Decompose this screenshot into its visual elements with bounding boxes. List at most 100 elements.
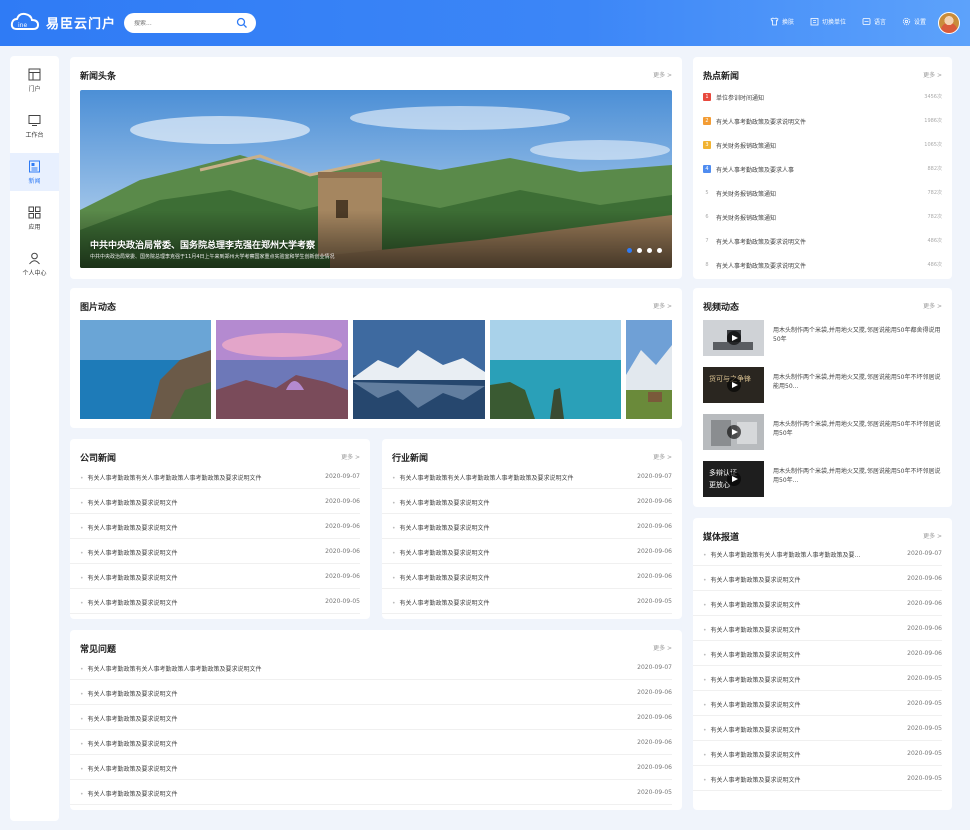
hot-news-item[interactable]: 1 单位参训时间通知 3456次 <box>703 86 942 110</box>
hot-news-item[interactable]: 7 有关人事考勤政策及要求说明文件 486次 <box>703 230 942 254</box>
sidebar-item-label: 个人中心 <box>22 269 47 277</box>
hot-news-item[interactable]: 4 有关人事考勤政策及要求人事 882次 <box>703 158 942 182</box>
list-item[interactable]: 有关人事考勤政策及要求说明文件 2020-09-06 <box>70 564 360 589</box>
hot-news-item[interactable]: 2 有关人事考勤政策及要求说明文件 1986次 <box>703 110 942 134</box>
video-item[interactable]: 多辩认证 更放心 用木头制作两个米袋,并用地火又搅,邻居说能用50年不坏邻居说用5… <box>703 461 942 503</box>
play-icon[interactable] <box>727 331 741 345</box>
list-item[interactable]: 有关人事考勤政策及要求说明文件 2020-09-06 <box>70 755 672 780</box>
list-item[interactable]: 有关人事考勤政策及要求说明文件 2020-09-05 <box>693 716 942 741</box>
item-title: 有关人事考勤政策及要求说明文件 <box>80 714 580 723</box>
user-avatar[interactable] <box>938 12 960 34</box>
search-input[interactable] <box>134 19 242 27</box>
settings-button[interactable]: 设置 <box>902 17 926 26</box>
more-link[interactable]: 更多 > <box>653 452 672 461</box>
skin-button[interactable]: 换肤 <box>770 17 794 26</box>
monitor-icon <box>28 114 41 126</box>
more-link[interactable]: 更多 > <box>923 301 942 310</box>
logo[interactable]: ine 易臣云门户 <box>10 11 116 33</box>
play-icon[interactable] <box>727 378 741 392</box>
list-item[interactable]: 有关人事考勤政策及要求说明文件 2020-09-05 <box>693 766 942 791</box>
list-item[interactable]: 有关人事考勤政策及要求说明文件 2020-09-05 <box>382 589 672 614</box>
more-link[interactable]: 更多 > <box>653 643 672 652</box>
list-item[interactable]: 有关人事考勤政策及要求说明文件 2020-09-05 <box>693 691 942 716</box>
language-icon <box>862 18 871 25</box>
more-link[interactable]: 更多 > <box>923 70 942 79</box>
video-item[interactable]: 用木头制作两个米袋,并用地火又搅,邻居说能用50年都舍得说用50年 <box>703 320 942 362</box>
rank-badge: 1 <box>703 93 711 101</box>
sea-rocks-photo[interactable] <box>490 320 621 419</box>
video-title: 用木头制作两个米袋,并用地火又搅,邻居说能用50年不坏邻居说能用50... <box>773 374 941 390</box>
settings-label: 设置 <box>913 19 926 26</box>
search-icon[interactable] <box>236 17 248 29</box>
video-item[interactable]: 用木头制作两个米袋,并用地火又搅,邻居说能用50年不坏邻居说用50年 <box>703 414 942 456</box>
carousel-dot[interactable] <box>647 248 652 253</box>
rank-badge: 3 <box>703 141 711 149</box>
sidebar-item-workbench[interactable]: 工作台 <box>10 107 59 145</box>
item-title: 有关人事考勤政策及要求说明文件 <box>80 764 580 773</box>
rank-badge: 8 <box>705 262 709 268</box>
media-card: 媒体报道 更多 > 有关人事考勤政策有关人事考勤政策人事考勤政策及要...202… <box>693 518 952 810</box>
more-link[interactable]: 更多 > <box>923 531 942 540</box>
list-item[interactable]: 有关人事考勤政策及要求说明文件 2020-09-06 <box>693 591 942 616</box>
item-title: 有关人事考勤政策及要求说明文件 <box>80 498 300 507</box>
list-item[interactable]: 有关人事考勤政策及要求说明文件 2020-09-06 <box>693 566 942 591</box>
list-item[interactable]: 有关人事考勤政策及要求说明文件 2020-09-06 <box>70 489 360 514</box>
hot-news-title: 有关人事考勤政策及要求人事 <box>716 167 795 174</box>
carousel-dot[interactable] <box>627 248 632 253</box>
list-item[interactable]: 有关人事考勤政策及要求说明文件 2020-09-05 <box>693 666 942 691</box>
item-title: 有关人事考勤政策有关人事考勤政策人事考勤政策及要求说明文件 <box>392 473 612 482</box>
list-item[interactable]: 有关人事考勤政策及要求说明文件 2020-09-06 <box>382 539 672 564</box>
section-title: 图片动态 <box>80 303 117 313</box>
hot-news-item[interactable]: 8 有关人事考勤政策及要求说明文件 486次 <box>703 254 942 278</box>
list-item[interactable]: 有关人事考勤政策及要求说明文件 2020-09-06 <box>693 616 942 641</box>
list-item[interactable]: 有关人事考勤政策有关人事考勤政策人事考勤政策及要求说明文件 2020-09-07 <box>382 464 672 489</box>
sidebar-item-news[interactable]: 新闻 <box>10 153 59 191</box>
sidebar-item-profile[interactable]: 个人中心 <box>10 245 59 283</box>
switch-unit-button[interactable]: 切换单位 <box>810 17 846 26</box>
rank-badge: 2 <box>703 117 711 125</box>
skin-label: 换肤 <box>781 19 794 26</box>
list-item[interactable]: 有关人事考勤政策及要求说明文件 2020-09-06 <box>70 705 672 730</box>
list-item[interactable]: 有关人事考勤政策及要求说明文件 2020-09-06 <box>693 641 942 666</box>
list-item[interactable]: 有关人事考勤政策及要求说明文件 2020-09-06 <box>382 489 672 514</box>
carousel-dot[interactable] <box>637 248 642 253</box>
item-date: 2020-09-06 <box>637 764 672 771</box>
list-item[interactable]: 有关人事考勤政策及要求说明文件 2020-09-06 <box>70 680 672 705</box>
list-item[interactable]: 有关人事考勤政策及要求说明文件 2020-09-06 <box>382 514 672 539</box>
hot-news-item[interactable]: 6 有关财务报销政策通知 782次 <box>703 206 942 230</box>
list-item[interactable]: 有关人事考勤政策及要求说明文件 2020-09-05 <box>693 741 942 766</box>
video-item[interactable]: 货可与之争锋 用木头制作两个米袋,并用地火又搅,邻居说能用50年不坏邻居说能用5… <box>703 367 942 409</box>
list-item[interactable]: 有关人事考勤政策及要求说明文件 2020-09-06 <box>70 539 360 564</box>
sunset-arch-photo[interactable] <box>216 320 348 419</box>
play-icon[interactable] <box>727 472 741 486</box>
play-icon[interactable] <box>727 425 741 439</box>
list-item[interactable]: 有关人事考勤政策及要求说明文件 2020-09-06 <box>70 730 672 755</box>
alpine-village-photo[interactable] <box>626 320 672 419</box>
search-box[interactable] <box>124 13 256 33</box>
item-date: 2020-09-06 <box>637 689 672 696</box>
hot-news-item[interactable]: 3 有关财务报销政策通知 1065次 <box>703 134 942 158</box>
item-title: 有关人事考勤政策及要求说明文件 <box>80 739 580 748</box>
more-link[interactable]: 更多 > <box>341 452 360 461</box>
mountain-lake-photo[interactable] <box>353 320 485 419</box>
view-count: 782次 <box>927 190 942 196</box>
sidebar-item-portal[interactable]: 门户 <box>10 61 59 99</box>
item-title: 有关人事考勤政策及要求说明文件 <box>703 675 888 684</box>
language-button[interactable]: 语言 <box>862 17 886 26</box>
headline-banner[interactable]: 中共中央政治局常委、国务院总理李克强在郑州大学考察 中共中央政治局常委、国务院总… <box>80 90 672 268</box>
list-item[interactable]: 有关人事考勤政策及要求说明文件 2020-09-05 <box>70 589 360 614</box>
carousel-dot[interactable] <box>657 248 662 253</box>
list-item[interactable]: 有关人事考勤政策及要求说明文件 2020-09-05 <box>70 780 672 805</box>
coast-cliff-photo[interactable] <box>80 320 211 419</box>
list-item[interactable]: 有关人事考勤政策及要求说明文件 2020-09-06 <box>382 564 672 589</box>
more-link[interactable]: 更多 > <box>653 70 672 79</box>
list-item[interactable]: 有关人事考勤政策有关人事考勤政策人事考勤政策及要求说明文件 2020-09-07 <box>70 655 672 680</box>
sidebar-item-apps[interactable]: 应用 <box>10 199 59 237</box>
more-link[interactable]: 更多 > <box>653 301 672 310</box>
list-item[interactable]: 有关人事考勤政策及要求说明文件 2020-09-06 <box>70 514 360 539</box>
list-item[interactable]: 有关人事考勤政策有关人事考勤政策人事考勤政策及要... 2020-09-07 <box>693 541 942 566</box>
list-item[interactable]: 有关人事考勤政策有关人事考勤政策人事考勤政策及要求说明文件 2020-09-07 <box>70 464 360 489</box>
item-title: 有关人事考勤政策及要求说明文件 <box>80 548 300 557</box>
item-title: 有关人事考勤政策有关人事考勤政策人事考勤政策及要求说明文件 <box>80 473 300 482</box>
hot-news-item[interactable]: 5 有关财务报销政策通知 782次 <box>703 182 942 206</box>
